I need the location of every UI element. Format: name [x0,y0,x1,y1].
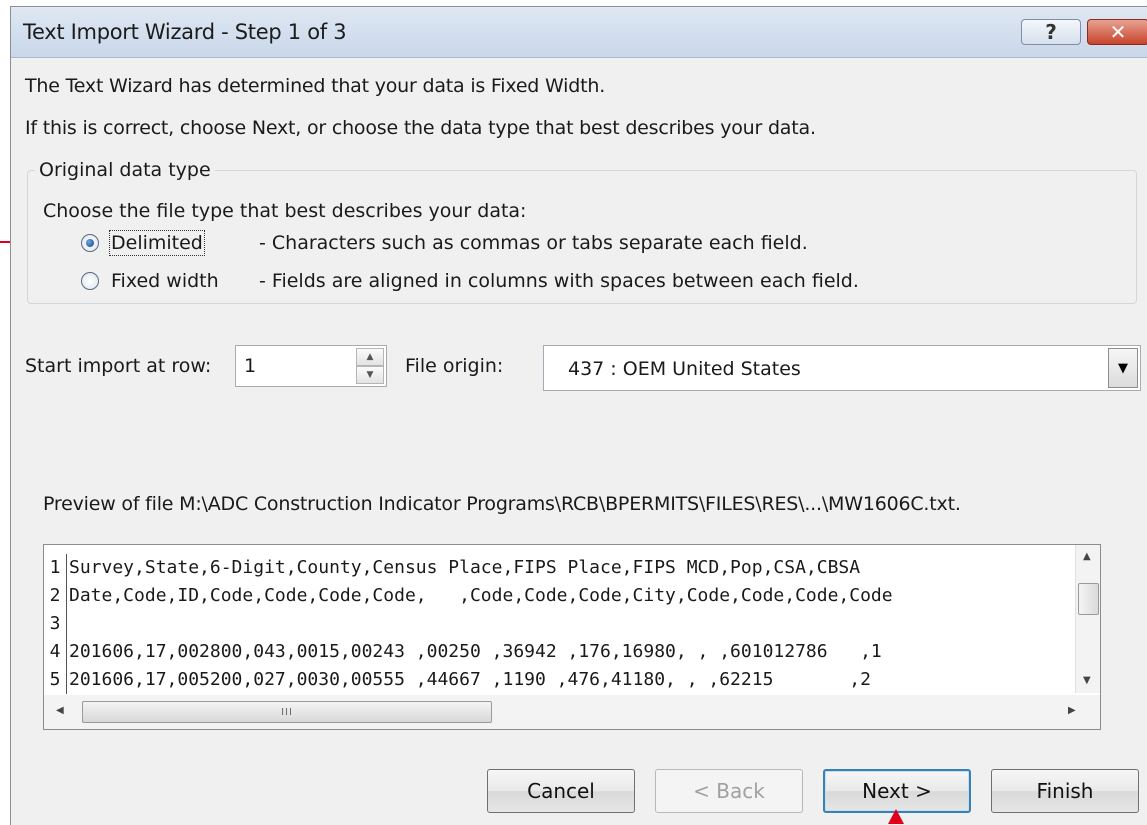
preview-row: 4 201606,17,002800,043,0015,00243 ,00250 … [44,638,1082,666]
detected-type-message: The Text Wizard has determined that your… [25,75,606,97]
horizontal-scrollbar[interactable]: ◀ III ▶ [44,695,1100,729]
spin-up-icon[interactable]: ▲ [356,348,384,366]
spin-down-icon[interactable]: ▼ [356,366,384,384]
preview-row-number: 4 [44,638,67,666]
annotation-arrowhead-up [888,809,904,824]
file-origin-select[interactable]: 437 : OEM United States ▼ [543,345,1141,391]
file-preview[interactable]: 1 Survey,State,6-Digit,County,Census Plac… [43,544,1101,730]
preview-row-number: 5 [44,666,67,694]
finish-button-label: Finish [1036,779,1094,803]
radio-fixed-width[interactable]: Fixed width - Fields are aligned in colu… [81,268,859,294]
text-import-wizard-dialog: Text Import Wizard - Step 1 of 3 ? ✕ The… [10,6,1147,825]
start-row-label: Start import at row: [25,355,212,377]
close-button[interactable]: ✕ [1087,19,1147,45]
close-icon: ✕ [1109,20,1127,44]
radio-label-fixed-width[interactable]: Fixed width [111,270,235,292]
finish-button[interactable]: Finish [991,769,1139,813]
back-button-label: < Back [693,779,765,803]
radio-delimited[interactable]: Delimited - Characters such as commas or… [81,230,808,256]
preview-row-text: 201606,17,002800,043,0015,00243 ,00250 ,… [69,641,882,662]
radio-button-checked-icon[interactable] [81,234,99,252]
start-row-stepper[interactable]: 1 ▲ ▼ [235,345,387,387]
preview-row-text: Survey,State,6-Digit,County,Census Place… [69,557,861,578]
title-bar: Text Import Wizard - Step 1 of 3 ? ✕ [11,7,1147,58]
back-button[interactable]: < Back [655,769,803,813]
dropdown-arrow-icon[interactable]: ▼ [1108,348,1138,388]
next-button[interactable]: Next > [823,769,971,813]
window-title: Text Import Wizard - Step 1 of 3 [23,20,347,44]
scroll-right-arrow-icon[interactable]: ▶ [1068,705,1076,716]
scroll-up-arrow-icon[interactable]: ▲ [1083,551,1091,562]
group-legend: Original data type [35,159,215,181]
preview-row-number: 1 [44,554,67,582]
scroll-grip-icon: III [281,706,293,718]
preview-row-number: 3 [44,610,67,638]
next-button-label: Next > [862,779,932,803]
vertical-scroll-thumb[interactable] [1078,583,1099,615]
preview-row-number: 2 [44,582,67,610]
radio-desc-delimited: - Characters such as commas or tabs sepa… [259,232,808,254]
preview-row-text: 201606,17,005200,027,0030,00555 ,44667 ,… [69,669,871,690]
preview-label: Preview of file M:\ADC Construction Indi… [43,493,961,515]
vertical-scrollbar[interactable]: ▲ ▼ [1075,545,1100,693]
cancel-button[interactable]: Cancel [487,769,635,813]
file-origin-label: File origin: [405,355,504,377]
start-row-value[interactable]: 1 [244,355,256,377]
preview-row-text: Date,Code,ID,Code,Code,Code,Code, ,Code,… [69,585,893,606]
preview-row: 2 Date,Code,ID,Code,Code,Code,Code, ,Code… [44,582,1082,610]
horizontal-scroll-thumb[interactable]: III [82,701,492,723]
scroll-down-arrow-icon[interactable]: ▼ [1083,675,1091,686]
preview-lines: 1 Survey,State,6-Digit,County,Census Plac… [44,545,1082,695]
preview-row: 1 Survey,State,6-Digit,County,Census Plac… [44,554,1082,582]
radio-desc-fixed-width: - Fields are aligned in columns with spa… [259,270,859,292]
radio-button-unchecked-icon[interactable] [81,272,99,290]
file-origin-value: 437 : OEM United States [568,358,801,380]
radio-label-delimited[interactable]: Delimited [109,230,205,256]
preview-row: 5 201606,17,005200,027,0030,00555 ,44667 … [44,666,1082,694]
instruction-message: If this is correct, choose Next, or choo… [25,117,816,139]
group-description: Choose the file type that best describes… [43,200,527,222]
help-button[interactable]: ? [1021,19,1081,45]
scroll-left-arrow-icon[interactable]: ◀ [56,705,64,716]
help-icon: ? [1045,20,1057,44]
preview-row: 3 [44,610,1082,638]
cancel-button-label: Cancel [527,779,595,803]
